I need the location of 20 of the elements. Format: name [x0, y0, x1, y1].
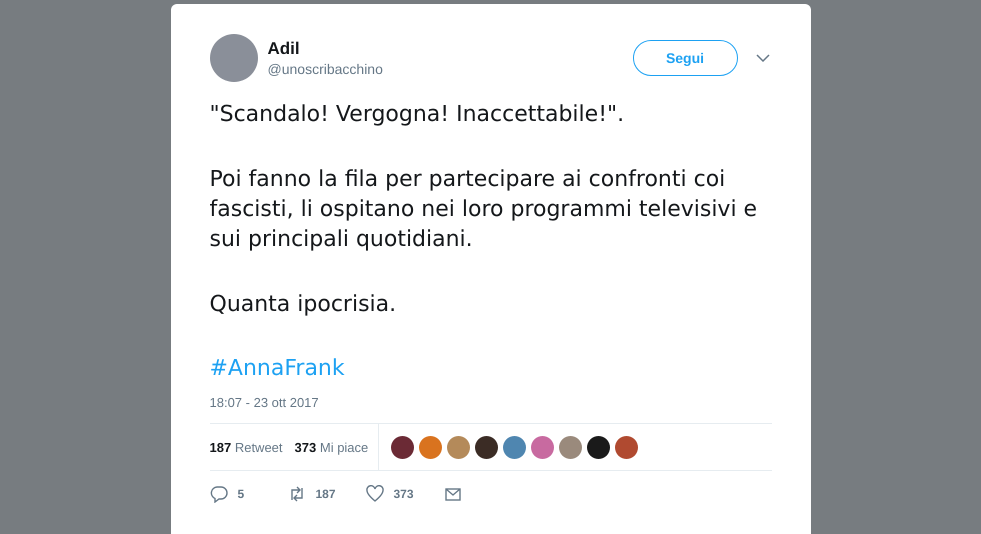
tweet-text: Poi fanno la fila per partecipare ai confronti coi fascisti, li ospitano nei loro programmi televisivi e sui principali quotidiani. [210, 166, 758, 254]
author-name[interactable]: Adil [268, 39, 632, 59]
heart-icon [366, 485, 384, 503]
reply-icon [210, 485, 228, 503]
liker-avatar[interactable] [391, 436, 414, 458]
like-button[interactable]: 373 [366, 485, 444, 503]
avatar-placeholder[interactable] [210, 34, 258, 82]
chevron-down-icon[interactable] [756, 54, 770, 62]
tweet-text: "Scandalo! Vergogna! Inaccettabile!". [210, 101, 626, 129]
stat-link[interactable]: 187 Retweet [210, 440, 283, 454]
tweet-text: Quanta ipocrisia. [210, 291, 398, 319]
liker-avatar[interactable] [587, 436, 610, 458]
hashtag-link[interactable]: #AnnaFrank [210, 356, 345, 381]
tweet-timestamp: 18:07 - 23 ott 2017 [210, 395, 320, 410]
follow-button[interactable]: Segui [632, 40, 738, 76]
author-handle[interactable]: @unoscribacchino [268, 61, 632, 77]
retweet-button[interactable]: 187 [288, 485, 366, 503]
stat-link[interactable]: 373 Mi piace [294, 440, 368, 454]
reply-button[interactable]: 5 [210, 485, 288, 503]
liker-avatar[interactable] [475, 436, 498, 458]
